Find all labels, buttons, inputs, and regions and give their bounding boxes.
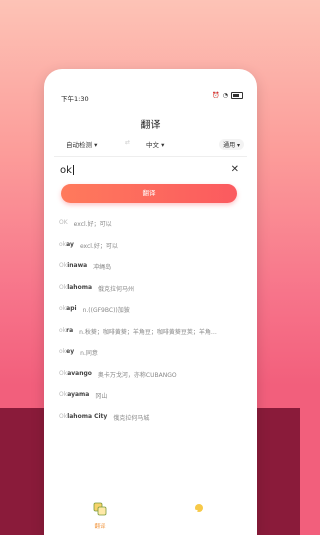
translate-button[interactable]: 翻译 — [61, 184, 237, 203]
status-time: 下午1:30 — [61, 95, 89, 103]
tab-translate[interactable]: 翻译 — [89, 501, 111, 530]
suggestion-word: Okayama — [59, 391, 89, 398]
page-title: 翻译 — [140, 120, 161, 131]
close-icon[interactable]: ✕ — [231, 164, 239, 175]
target-language-select[interactable]: 中文 ▾ — [146, 139, 164, 149]
list-item[interactable]: Oklahoma 俄克拉何马州 — [59, 284, 249, 306]
mode-select[interactable]: 通用 ▾ — [219, 139, 244, 150]
search-input[interactable]: ok ✕ — [60, 164, 239, 181]
suggestion-rest: avango — [67, 369, 92, 377]
suggestion-rest: ay — [66, 240, 74, 248]
status-icons: ⏰ ◔ — [212, 92, 243, 99]
suggestion-list: OK excl.好；可以 okay excl.好；可以 Okinawa 冲绳岛 Oklaho… — [59, 219, 249, 434]
suggestion-definition: excl.好；可以 — [79, 242, 118, 250]
suggestion-definition: n.同意 — [80, 350, 98, 357]
text-caret — [72, 165, 74, 175]
suggestion-definition: 冲绳岛 — [93, 264, 112, 271]
suggestion-prefix: OK — [59, 219, 68, 226]
suggestion-prefix: Ok — [59, 412, 68, 420]
phone-screen: 下午1:30 ⏰ ◔ 翻译 自动检测 ▾ ⇄ 中文 ▾ 通用 ▾ ok ✕ 翻译… — [44, 69, 257, 535]
suggestion-rest: ayama — [67, 391, 90, 398]
suggestion-prefix: Ok — [59, 283, 68, 291]
suggestion-word: OK — [59, 219, 68, 226]
source-language-select[interactable]: 自动检测 ▾ — [66, 139, 97, 149]
language-bar: 自动检测 ▾ ⇄ 中文 ▾ 通用 ▾ — [54, 138, 249, 152]
suggestion-rest: api — [66, 305, 77, 312]
suggestion-definition: 冈山 — [95, 393, 108, 400]
suggestion-word: Okinawa — [59, 262, 87, 269]
battery-icon — [231, 92, 243, 99]
list-item[interactable]: okapi n.((GF9BC))加狓 — [59, 305, 249, 327]
suggestion-word: Oklahoma — [59, 284, 92, 291]
list-item[interactable]: Okayama 冈山 — [59, 391, 249, 413]
watermark-url: www.592xiazai.com — [150, 525, 235, 535]
search-input-value: ok — [60, 165, 72, 176]
suggestion-prefix: Ok — [59, 262, 68, 269]
suggestion-prefix: Ok — [59, 391, 68, 398]
watermark: 592软件园 www.592xiazai.com — [148, 504, 300, 535]
suggestion-definition: 俄克拉何马城 — [113, 414, 150, 422]
suggestion-rest: lahoma — [67, 283, 93, 291]
suggestion-word: okey — [59, 348, 74, 355]
suggestion-rest: ey — [66, 348, 75, 355]
tab-translate-label: 翻译 — [94, 524, 106, 530]
list-item[interactable]: okra n.秋葵；咖啡黄葵；羊角豆；咖啡黄葵豆荚；羊角… — [59, 327, 249, 349]
suggestion-rest: inawa — [67, 262, 88, 269]
suggestion-rest: lahoma City — [67, 412, 108, 420]
suggestion-word: okra — [59, 327, 73, 334]
suggestion-rest: ra — [66, 326, 74, 334]
list-item[interactable]: okay excl.好；可以 — [59, 241, 249, 263]
suggestion-prefix: Ok — [59, 369, 68, 377]
alarm-icon: ⏰ — [212, 92, 220, 99]
suggestion-word: okapi — [59, 305, 77, 312]
list-item[interactable]: OK excl.好；可以 — [59, 219, 249, 241]
suggestion-word: Okavango — [59, 370, 92, 377]
suggestion-definition: excl.好；可以 — [73, 221, 112, 228]
list-item[interactable]: Oklahoma City 俄克拉何马城 — [59, 413, 249, 435]
suggestion-definition: n.((GF9BC))加狓 — [82, 307, 130, 314]
suggestion-definition: n.秋葵；咖啡黄葵；羊角豆；咖啡黄葵豆荚；羊角… — [79, 328, 217, 336]
translate-icon — [93, 502, 107, 516]
list-item[interactable]: Okavango 奥卡万戈河，亦称CUBANGO — [59, 370, 249, 392]
suggestion-definition: 俄克拉何马州 — [98, 285, 135, 293]
wifi-icon: ◔ — [222, 92, 228, 99]
divider — [54, 156, 247, 157]
list-item[interactable]: Okinawa 冲绳岛 — [59, 262, 249, 284]
swap-language-icon[interactable]: ⇄ — [125, 139, 130, 146]
suggestion-word: Oklahoma City — [59, 413, 107, 420]
suggestion-word: okay — [59, 241, 74, 248]
suggestion-definition: 奥卡万戈河，亦称CUBANGO — [97, 371, 177, 379]
list-item[interactable]: okey n.同意 — [59, 348, 249, 370]
